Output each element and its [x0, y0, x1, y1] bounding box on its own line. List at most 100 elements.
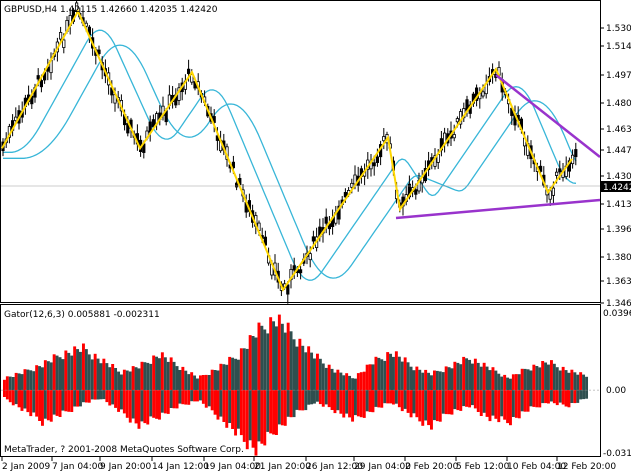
gator-upper-bar: [365, 364, 369, 391]
gator-lower-bar: [313, 390, 316, 404]
gator-upper-bar: [228, 356, 232, 391]
gator-upper-bar: [558, 370, 562, 391]
gator-lower-bar: [389, 390, 393, 404]
gator-lower-bar: [266, 390, 270, 432]
gator-lower-bar: [199, 390, 202, 401]
gator-lower-bar: [506, 390, 510, 424]
gator-lower-bar: [544, 390, 548, 404]
candle: [170, 86, 175, 109]
gator-lower-bar: [327, 390, 331, 408]
gator-lower-bar: [52, 390, 56, 415]
gator-upper-bar: [354, 378, 357, 391]
gator-upper-bar: [520, 368, 524, 391]
gator-upper-bar: [389, 353, 393, 391]
gator-upper-bar: [476, 362, 480, 391]
gator-lower-bar: [190, 390, 194, 402]
gator-upper-bar: [67, 352, 71, 391]
price-tick-label: 1.36310: [606, 277, 631, 287]
gator-lower-bar: [318, 390, 322, 405]
gator-lower-bar: [280, 390, 284, 426]
gator-chart[interactable]: [1, 314, 600, 456]
gator-lower-bar: [374, 390, 378, 407]
gator-lower-bar: [38, 390, 42, 421]
gator-upper-bar: [456, 362, 460, 391]
gator-upper-bar: [14, 372, 18, 391]
gator-lower-bar: [137, 390, 141, 429]
gator-upper-bar: [140, 361, 144, 391]
gator-lower-bar: [184, 390, 188, 405]
gator-lower-bar: [418, 390, 422, 422]
gator-lower-bar: [383, 390, 387, 404]
gator-lower-bar: [552, 390, 556, 404]
price-chart[interactable]: [1, 0, 601, 304]
gator-lower-bar: [567, 390, 571, 408]
gator-upper-bar: [280, 323, 284, 391]
gator-lower-bar: [397, 390, 401, 408]
gator-lower-bar: [117, 390, 121, 412]
price-scale: 1.53060 1.51450 1.49710 1.48060 1.46360 1.447…: [600, 24, 631, 309]
gator-upper-bar: [415, 366, 419, 391]
gator-upper-bar: [336, 369, 340, 391]
gator-upper-bar: [412, 370, 416, 391]
fast-moving-average-line: [3, 29, 577, 281]
gator-lower-bar: [321, 390, 325, 407]
gator-lower-bar: [23, 390, 27, 409]
gator-upper-bar: [447, 367, 451, 391]
gator-upper-bar: [409, 366, 413, 391]
gator-lower-bar: [529, 390, 533, 407]
candle: [426, 151, 431, 177]
gator-upper-bar: [166, 361, 170, 391]
gator-upper-bar: [105, 363, 109, 391]
gator-upper-bar: [43, 360, 47, 391]
gator-lower-bar: [394, 390, 398, 404]
candle: [46, 58, 50, 81]
gator-upper-bar: [248, 335, 252, 391]
gator-upper-bar: [84, 349, 88, 391]
gator-upper-bar: [330, 368, 334, 391]
gator-upper-bar: [55, 355, 59, 391]
gator-upper-bar: [433, 370, 436, 391]
gator-upper-bar: [201, 375, 205, 391]
gator-lower-bar: [204, 390, 208, 408]
gator-lower-bar: [87, 390, 91, 403]
gator-upper-bar: [172, 361, 176, 391]
price-tick-label: 1.38010: [606, 253, 631, 263]
gator-lower-bar: [538, 390, 542, 408]
gator-upper-bar: [538, 367, 542, 391]
gator-lower-bar: [260, 390, 264, 444]
gator-upper-bar: [307, 346, 311, 391]
gator-lower-bar: [456, 390, 460, 411]
gator-lower-bar: [193, 390, 197, 402]
gator-upper-bar: [506, 377, 510, 391]
gator-upper-bar: [374, 356, 378, 391]
gator-upper-bar: [184, 370, 188, 391]
gator-lower-bar: [14, 390, 18, 405]
gator-upper-bar: [269, 317, 273, 391]
gator-upper-bar: [295, 346, 299, 391]
gator-upper-bar: [488, 370, 492, 391]
gator-lower-bar: [336, 390, 340, 411]
gator-lower-bar: [172, 390, 176, 409]
chart-canvas[interactable]: GBPUSD,H4 1.42115 1.42660 1.42035 1.4242…: [0, 0, 631, 473]
gator-upper-bar: [134, 367, 138, 391]
candle: [298, 265, 303, 280]
gator-lower-bar: [576, 390, 580, 403]
copyright-text: MetaTrader, ? 2001-2008 MetaQuotes Softw…: [4, 445, 244, 455]
price-tick-label: 1.49710: [606, 71, 631, 81]
candle: [420, 170, 424, 193]
gator-lower-bar: [228, 390, 232, 423]
gator-scale-zero: 0.00: [606, 386, 626, 396]
gator-lower-bar: [459, 390, 463, 411]
gator-lower-bar: [377, 390, 381, 408]
gator-upper-bar: [263, 329, 267, 391]
gator-lower-bar: [430, 390, 433, 430]
gator-lower-bar: [55, 390, 59, 416]
price-tick-label: 1.53060: [606, 24, 631, 34]
gator-lower-bar: [163, 390, 167, 414]
gator-lower-bar: [514, 390, 518, 418]
gator-upper-bar: [503, 374, 507, 391]
gator-lower-bar: [234, 390, 238, 436]
gator-lower-bar: [421, 390, 425, 426]
gator-lower-bar: [406, 390, 410, 413]
gator-lower-bar: [585, 390, 589, 399]
